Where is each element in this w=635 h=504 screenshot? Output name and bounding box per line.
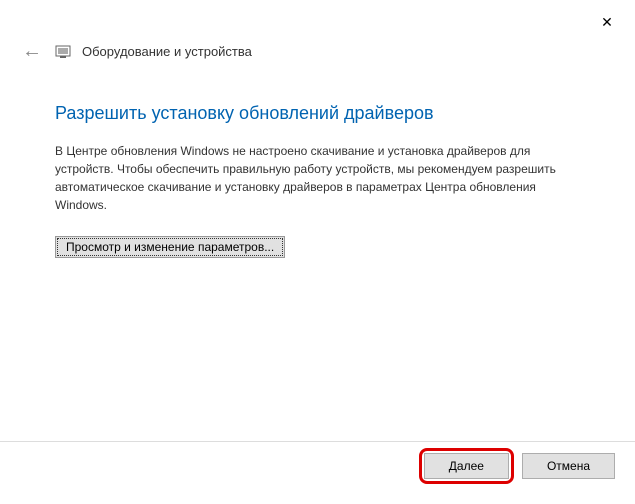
- content-area: Разрешить установку обновлений драйверов…: [0, 73, 635, 258]
- titlebar: ✕: [0, 0, 635, 40]
- back-arrow-icon[interactable]: ←: [20, 40, 44, 63]
- highlight-annotation: Далее: [419, 448, 514, 484]
- cancel-button[interactable]: Отмена: [522, 453, 615, 479]
- view-settings-button[interactable]: Просмотр и изменение параметров...: [55, 236, 285, 258]
- footer-divider: [0, 441, 635, 442]
- close-button[interactable]: ✕: [591, 8, 623, 36]
- footer-buttons: Далее Отмена: [419, 448, 615, 484]
- troubleshooter-window: ✕ ← Оборудование и устройства Разрешить …: [0, 0, 635, 504]
- next-button[interactable]: Далее: [424, 453, 509, 479]
- hardware-icon: [54, 43, 72, 61]
- main-heading: Разрешить установку обновлений драйверов: [55, 103, 580, 124]
- description-text: В Центре обновления Windows не настроено…: [55, 142, 580, 214]
- header-row: ← Оборудование и устройства: [0, 40, 635, 73]
- page-title: Оборудование и устройства: [82, 44, 252, 59]
